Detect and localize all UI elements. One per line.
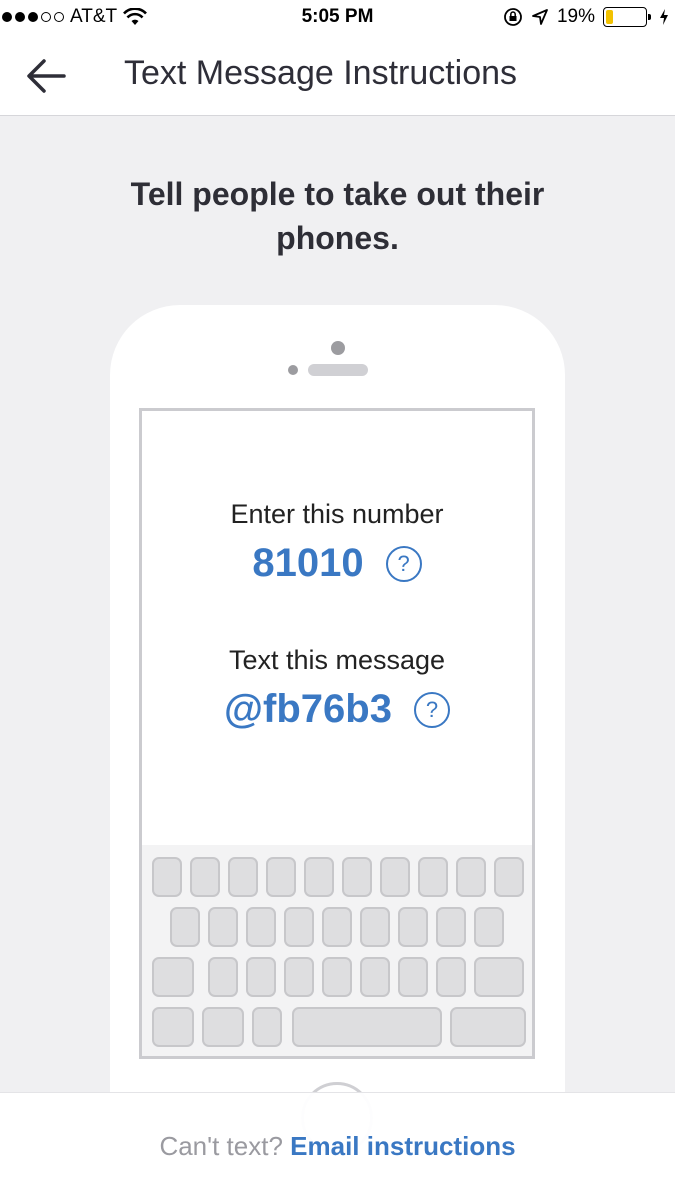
- keyboard-key: [474, 957, 524, 997]
- keyboard-key: [292, 1007, 442, 1047]
- keyboard-key: [152, 857, 182, 897]
- number-help-icon[interactable]: ?: [385, 545, 422, 582]
- keyboard-key: [474, 907, 504, 947]
- keyboard-key: [380, 857, 410, 897]
- keyboard-key: [304, 857, 334, 897]
- phone-speaker: [308, 364, 368, 376]
- phone-screen: Enter this number 81010 ? Text this mess…: [139, 408, 535, 1059]
- keyboard-key: [202, 1007, 244, 1047]
- keyboard-key: [360, 957, 390, 997]
- charging-bolt-icon: [660, 9, 668, 25]
- keyboard-key: [284, 907, 314, 947]
- email-instructions-link[interactable]: Email instructions: [290, 1131, 515, 1161]
- orientation-lock-icon: [504, 8, 522, 26]
- nav-bar: Text Message Instructions: [0, 38, 675, 116]
- battery-fill: [606, 10, 613, 24]
- cant-text-label: Can't text?: [159, 1131, 283, 1161]
- back-button[interactable]: [22, 56, 70, 96]
- keyboard-key: [228, 857, 258, 897]
- status-right: 19%: [503, 6, 669, 28]
- message-row: @fb76b3 ?: [142, 687, 532, 732]
- headline: Tell people to take out their phones.: [130, 176, 545, 256]
- message-help-icon[interactable]: ?: [413, 691, 450, 728]
- keyboard-key: [398, 957, 428, 997]
- keyboard-key: [246, 907, 276, 947]
- battery-icon: [603, 7, 651, 27]
- keyboard-key: [284, 957, 314, 997]
- keyboard-key: [246, 957, 276, 997]
- email-instructions-line: Can't text? Email instructions: [0, 1131, 675, 1162]
- arrow-left-icon: [27, 59, 66, 93]
- keyboard-key: [190, 857, 220, 897]
- keyboard-key: [152, 1007, 194, 1047]
- page-title: Text Message Instructions: [124, 54, 518, 92]
- keyboard-key: [170, 907, 200, 947]
- keyboard-key: [208, 957, 238, 997]
- message-value: @fb76b3: [224, 687, 392, 731]
- keyboard-key: [436, 907, 466, 947]
- battery-percent: 19%: [556, 6, 595, 27]
- keyboard-key: [252, 1007, 282, 1047]
- keyboard-key: [450, 1007, 526, 1047]
- phone-camera: [331, 341, 345, 355]
- message-label: Text this message: [228, 645, 446, 675]
- phone-sensor: [288, 365, 298, 375]
- number-label: Enter this number: [230, 499, 444, 529]
- number-row: 81010 ?: [142, 541, 532, 586]
- bottom-bar: Can't text? Email instructions: [0, 1092, 675, 1200]
- keyboard-key: [266, 857, 296, 897]
- keyboard-key: [398, 907, 428, 947]
- keyboard-key: [322, 957, 352, 997]
- location-arrow-icon: [532, 9, 548, 25]
- keyboard-key: [322, 907, 352, 947]
- keyboard-key: [342, 857, 372, 897]
- status-bar: AT&T 5:05 PM 19%: [0, 0, 675, 38]
- keyboard-key: [456, 857, 486, 897]
- keyboard-key: [494, 857, 524, 897]
- keyboard-key: [360, 907, 390, 947]
- keyboard-illustration: [142, 845, 532, 1056]
- keyboard-key: [418, 857, 448, 897]
- number-value: 81010: [252, 541, 364, 585]
- keyboard-key: [208, 907, 238, 947]
- keyboard-key: [152, 957, 194, 997]
- keyboard-key: [436, 957, 466, 997]
